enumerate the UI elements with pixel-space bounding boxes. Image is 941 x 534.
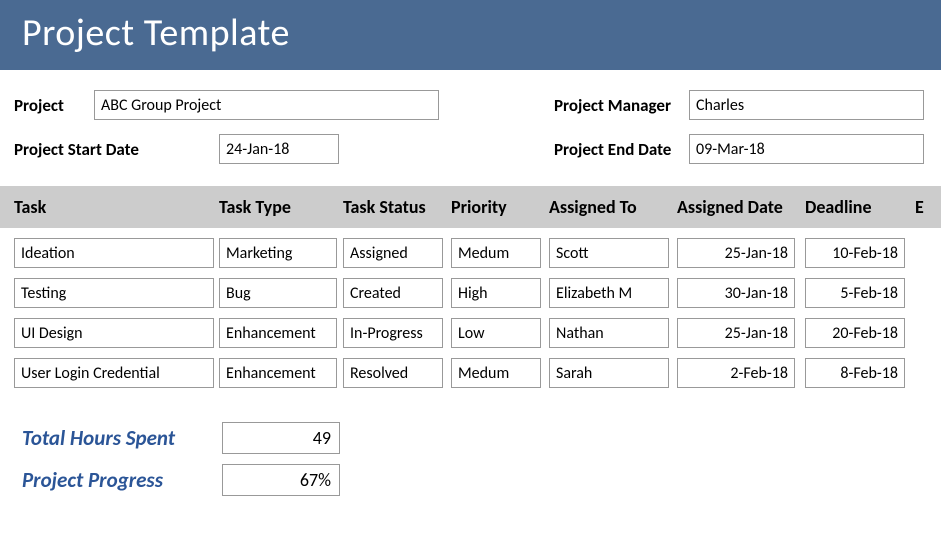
page-title: Project Template [22,10,919,56]
dates-row: Project Start Date Project End Date [14,134,927,164]
summary-section: Total Hours Spent 49 Project Progress 67… [0,398,941,496]
cell-status[interactable]: Assigned [343,238,443,268]
col-header-adate: Assigned Date [677,196,805,218]
cell-adate[interactable]: 25-Jan-18 [677,318,795,348]
col-header-extra: E [915,196,935,218]
col-header-status: Task Status [343,196,451,218]
cell-adate[interactable]: 30-Jan-18 [677,278,795,308]
cell-deadline[interactable]: 8-Feb-18 [805,358,905,388]
cell-assigned[interactable]: Sarah [549,358,669,388]
start-date-input[interactable] [219,134,339,164]
cell-adate[interactable]: 25-Jan-18 [677,238,795,268]
cell-type[interactable]: Bug [219,278,337,308]
manager-label: Project Manager [554,95,689,116]
cell-assigned[interactable]: Elizabeth M [549,278,669,308]
cell-deadline[interactable]: 10-Feb-18 [805,238,905,268]
start-date-label: Project Start Date [14,139,219,160]
cell-type[interactable]: Enhancement [219,358,337,388]
cell-task[interactable]: Ideation [14,238,214,268]
cell-type[interactable]: Marketing [219,238,337,268]
table-row: Ideation Marketing Assigned Medum Scott … [14,238,941,268]
cell-priority[interactable]: Low [451,318,541,348]
end-date-label: Project End Date [554,139,689,160]
cell-assigned[interactable]: Nathan [549,318,669,348]
cell-status[interactable]: Resolved [343,358,443,388]
col-header-priority: Priority [451,196,549,218]
cell-task[interactable]: Testing [14,278,214,308]
manager-input[interactable] [689,90,924,120]
project-label: Project [14,95,94,116]
total-hours-row: Total Hours Spent 49 [22,422,927,454]
col-header-task: Task [14,196,219,218]
project-input[interactable] [94,90,439,120]
table-row: UI Design Enhancement In-Progress Low Na… [14,318,941,348]
cell-type[interactable]: Enhancement [219,318,337,348]
cell-status[interactable]: In-Progress [343,318,443,348]
col-header-deadline: Deadline [805,196,915,218]
project-progress-label: Project Progress [22,467,222,493]
task-table: Task Task Type Task Status Priority Assi… [0,186,941,388]
title-bar: Project Template [0,0,941,70]
cell-priority[interactable]: Medum [451,238,541,268]
project-meta-section: Project Project Manager Project Start Da… [0,70,941,186]
cell-deadline[interactable]: 5-Feb-18 [805,278,905,308]
end-date-input[interactable] [689,134,924,164]
project-row: Project Project Manager [14,90,927,120]
table-row: Testing Bug Created High Elizabeth M 30-… [14,278,941,308]
project-progress-value[interactable]: 67% [222,464,340,496]
cell-priority[interactable]: Medum [451,358,541,388]
table-row: User Login Credential Enhancement Resolv… [14,358,941,388]
total-hours-value[interactable]: 49 [222,422,340,454]
table-header-row: Task Task Type Task Status Priority Assi… [0,186,941,228]
cell-adate[interactable]: 2-Feb-18 [677,358,795,388]
cell-task[interactable]: User Login Credential [14,358,214,388]
col-header-assigned: Assigned To [549,196,677,218]
total-hours-label: Total Hours Spent [22,425,222,451]
cell-status[interactable]: Created [343,278,443,308]
table-body: Ideation Marketing Assigned Medum Scott … [0,228,941,388]
project-progress-row: Project Progress 67% [22,464,927,496]
cell-assigned[interactable]: Scott [549,238,669,268]
cell-deadline[interactable]: 20-Feb-18 [805,318,905,348]
cell-task[interactable]: UI Design [14,318,214,348]
col-header-type: Task Type [219,196,343,218]
cell-priority[interactable]: High [451,278,541,308]
